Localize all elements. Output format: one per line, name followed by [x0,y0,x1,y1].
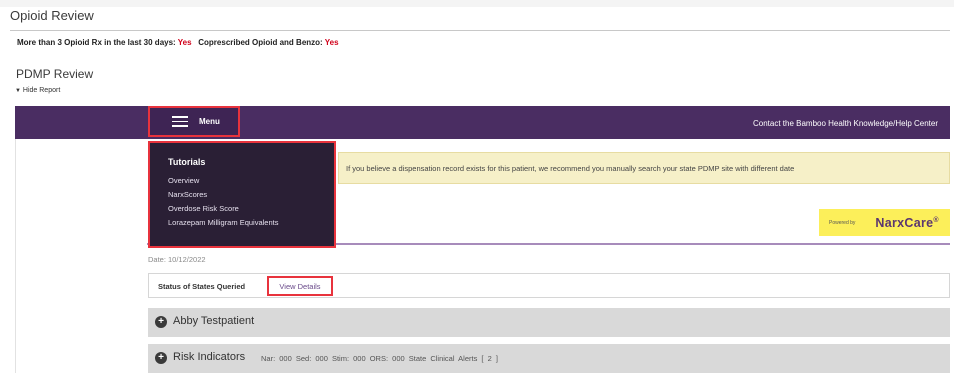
opioid-rx-label: More than 3 Opioid Rx in the last 30 day… [17,38,176,47]
coprescribed-label: Coprescribed Opioid and Benzo: [198,38,323,47]
pdmp-review-title: PDMP Review [16,67,94,81]
top-strip [0,0,954,7]
opioid-alerts: More than 3 Opioid Rx in the last 30 day… [17,38,339,47]
hide-report-toggle[interactable]: ▼ Hide Report [15,87,60,94]
risk-indicators-section[interactable]: + Risk Indicators Nar: 000 Sed: 000 Stim… [148,344,950,373]
panel-edge [15,139,16,373]
menu-button[interactable]: Menu [148,106,240,137]
opioid-rx-value: Yes [177,38,192,47]
states-status-label: Status of States Queried [158,282,246,291]
patient-name: Abby Testpatient [173,315,255,327]
menu-item-narxscores[interactable]: NarxScores [168,190,207,199]
risk-indicators-label: Risk Indicators [173,351,246,363]
triangle-down-icon: ▼ [15,88,21,94]
dispensation-notice: If you believe a dispensation record exi… [338,152,950,184]
view-details-button[interactable]: View Details [267,276,333,296]
menu-item-overview[interactable]: Overview [168,176,199,185]
registered-mark: ® [933,216,939,224]
menu-item-overdose-risk-score[interactable]: Overdose Risk Score [168,204,239,213]
menu-dropdown: Tutorials Overview NarxScores Overdose R… [148,141,336,248]
narxcare-badge: Powered by NarxCare® [819,209,950,236]
menu-button-label: Menu [199,117,220,126]
narxcare-logo: NarxCare® [875,216,938,230]
patient-section[interactable]: + Abby Testpatient [148,308,950,337]
hamburger-icon [172,116,188,127]
plus-circle-icon[interactable]: + [155,352,167,364]
brand-name: NarxCare [875,215,934,230]
hide-report-label: Hide Report [22,87,61,94]
plus-circle-icon[interactable]: + [155,316,167,328]
report-date: Date: 10/12/2022 [148,255,206,264]
coprescribed-value: Yes [324,38,339,47]
help-center-link[interactable]: Contact the Bamboo Health Knowledge/Help… [753,119,938,128]
title-divider [10,30,950,31]
risk-metrics: Nar: 000 Sed: 000 Stim: 000 ORS: 000 Sta… [261,354,498,363]
menu-heading-tutorials: Tutorials [168,157,206,167]
powered-by-label: Powered by [829,219,856,226]
menu-item-lorazepam-mme[interactable]: Lorazepam Milligram Equivalents [168,218,278,227]
page-title: Opioid Review [10,8,94,23]
